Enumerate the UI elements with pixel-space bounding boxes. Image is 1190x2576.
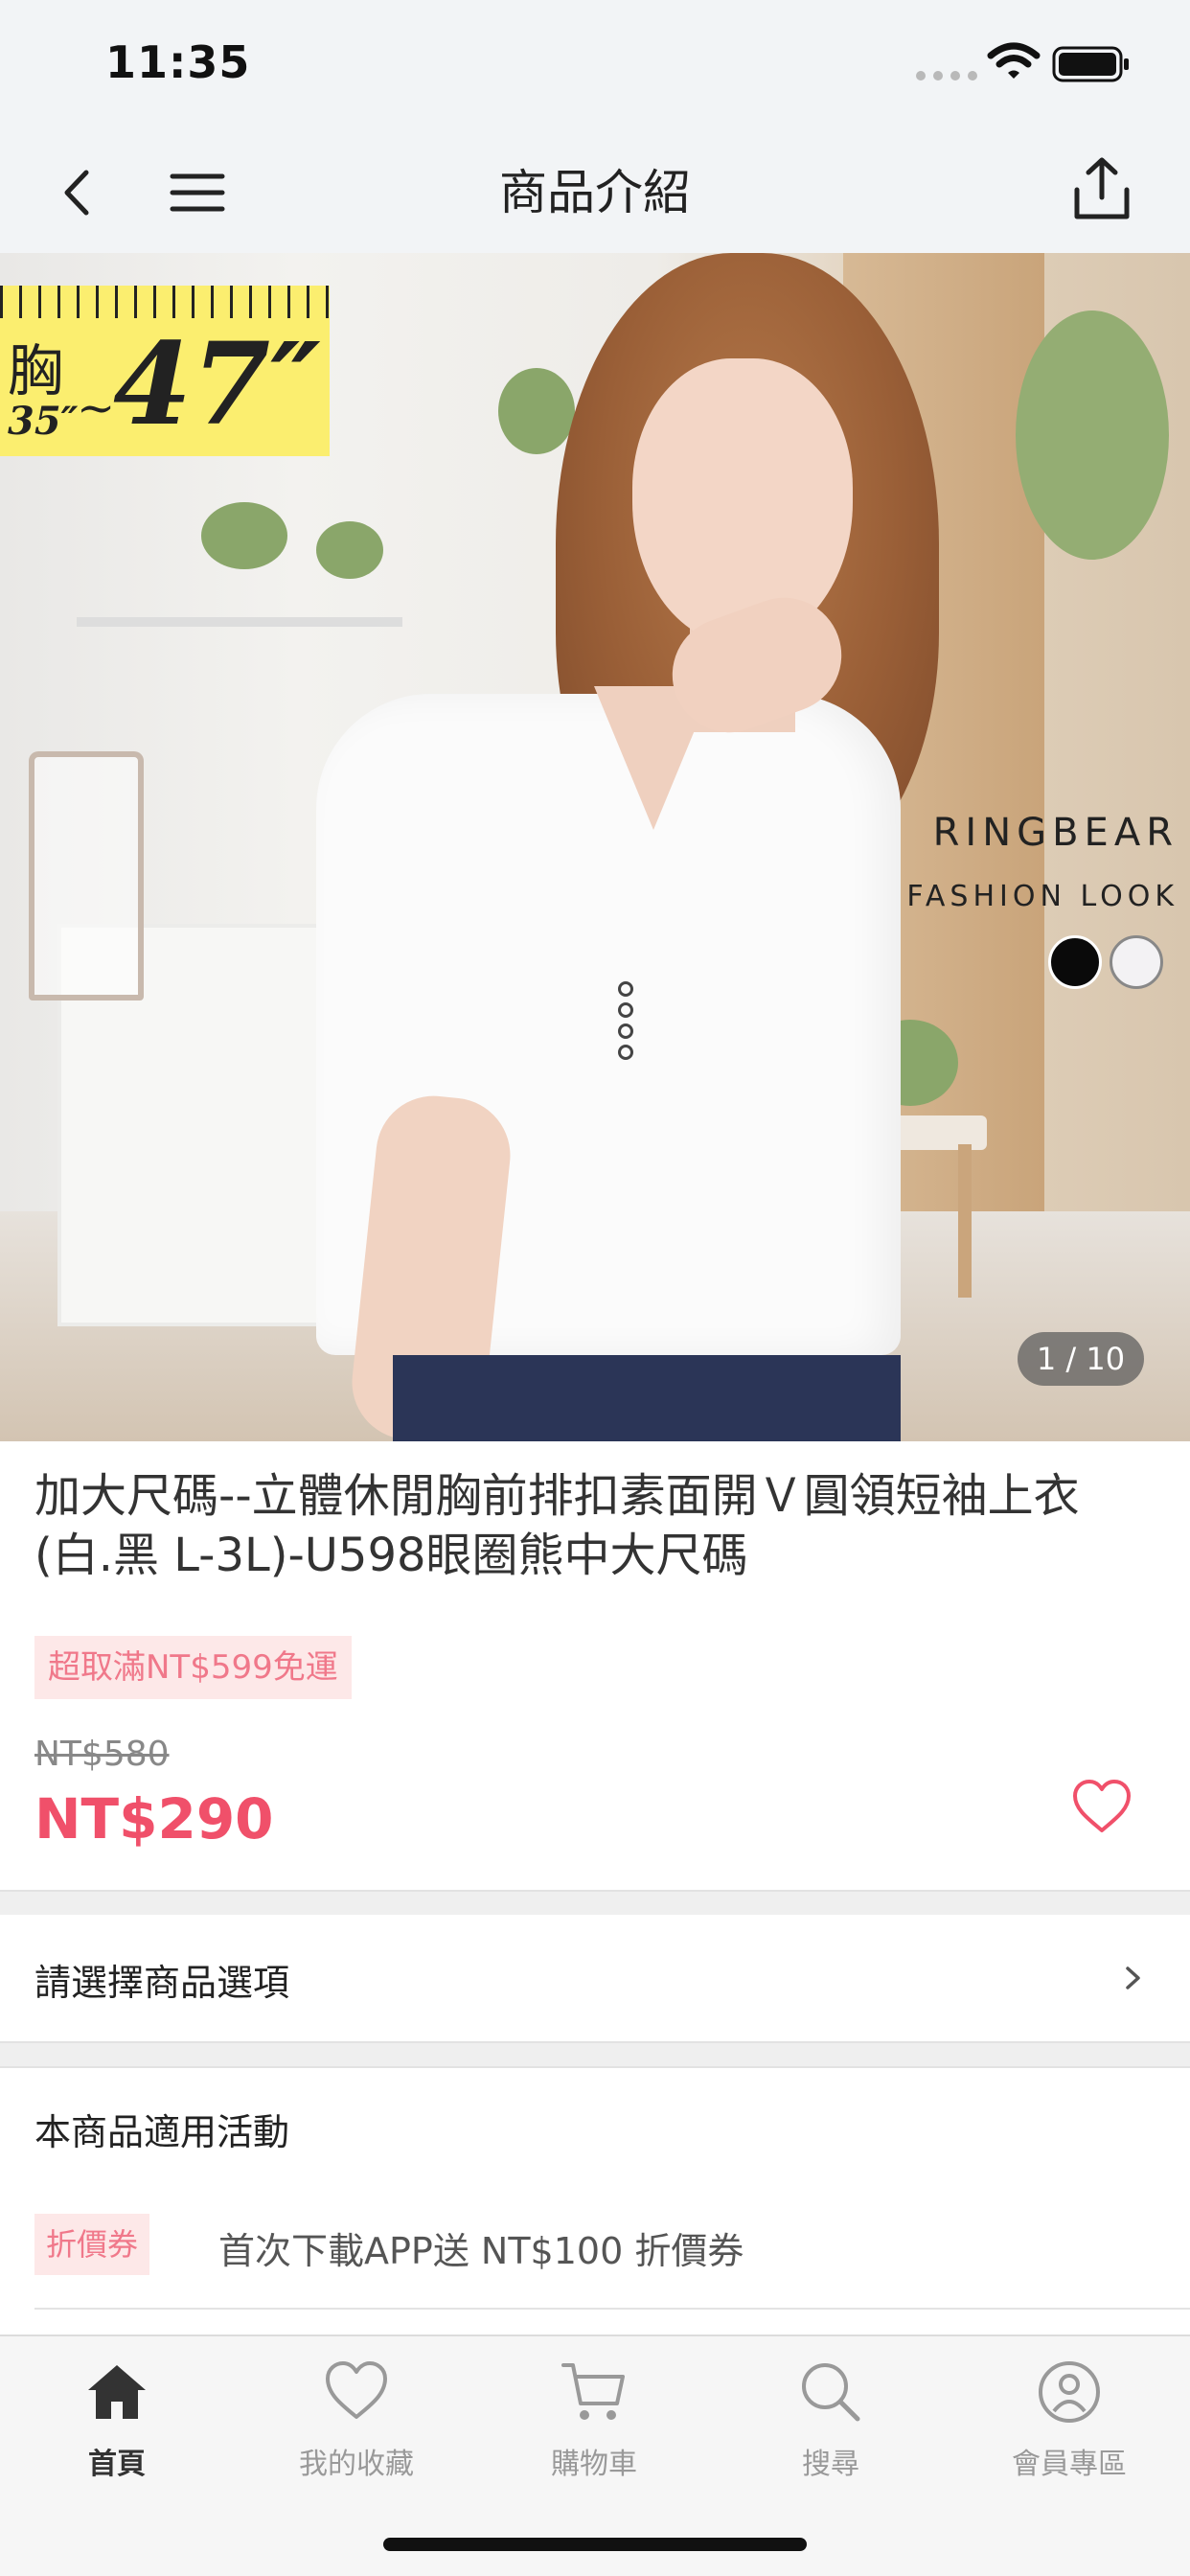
coupon-promo-text[interactable]: 首次下載APP送 NT$100 折價券: [218, 2221, 744, 2274]
free-shipping-badge: 超取滿NT$599免運: [34, 1636, 352, 1699]
sale-price: NT$290: [34, 1786, 274, 1852]
favorite-heart-icon[interactable]: [1069, 1775, 1134, 1840]
page-title: 商品介紹: [499, 165, 691, 220]
section-divider: [0, 1890, 1190, 1917]
select-options-label: 請選擇商品選項: [34, 1962, 290, 2004]
status-time: 11:35: [105, 36, 251, 88]
brand-watermark: RINGBEAR FASHION LOOK: [824, 811, 1179, 913]
promo-divider: [34, 2308, 1190, 2310]
tab-label: 首頁: [88, 2448, 146, 2481]
tab-home[interactable]: 首頁: [11, 2356, 222, 2482]
tab-favorites[interactable]: 我的收藏: [251, 2356, 462, 2482]
brand-tagline: FASHION LOOK: [906, 880, 1179, 913]
tab-cart[interactable]: 購物車: [489, 2356, 699, 2482]
select-options-row[interactable]: 請選擇商品選項: [0, 1915, 1190, 2041]
original-price: NT$580: [34, 1735, 170, 1774]
section-divider: [0, 2041, 1190, 2068]
wifi-icon: [987, 42, 1041, 79]
tab-label: 我的收藏: [299, 2448, 414, 2481]
share-icon[interactable]: [1065, 153, 1138, 226]
heart-icon: [326, 2361, 387, 2419]
status-bar: 11:35: [0, 0, 1190, 134]
user-icon: [1039, 2361, 1100, 2423]
tab-label: 搜尋: [802, 2448, 859, 2481]
coupon-tag: 折價券: [34, 2214, 150, 2275]
cart-icon: [561, 2363, 625, 2420]
ruler-tilde: ~: [77, 381, 116, 435]
ruler-max-size: 47″: [113, 317, 321, 450]
chest-size-ruler-badge: 胸 35″ ~ 47″: [0, 286, 330, 456]
tab-label: 會員專區: [1012, 2448, 1127, 2481]
product-image-carousel[interactable]: 胸 35″ ~ 47″ RINGBEAR FASHION LOOK 1 / 10: [0, 253, 1190, 1441]
home-indicator[interactable]: [383, 2538, 807, 2551]
promotions-heading: 本商品適用活動: [34, 2111, 290, 2153]
ruler-min-size: 35″: [8, 399, 79, 444]
search-icon: [802, 2363, 860, 2422]
tab-search[interactable]: 搜尋: [725, 2356, 936, 2482]
image-counter: 1 / 10: [1018, 1332, 1144, 1386]
battery-icon: [1052, 46, 1129, 82]
chevron-right-icon: [1126, 1966, 1140, 1990]
cellular-signal-icon: [916, 71, 977, 80]
color-swatch-black: [1048, 935, 1102, 989]
model-face: [632, 358, 853, 646]
tab-member[interactable]: 會員專區: [964, 2356, 1175, 2482]
color-swatch-white: [1110, 935, 1163, 989]
home-icon: [88, 2365, 146, 2419]
ruler-chest-label: 胸: [8, 338, 64, 403]
brand-name: RINGBEAR: [932, 811, 1179, 855]
product-title: 加大尺碼--立體休閒胸前排扣素面開Ｖ圓領短袖上衣(白.黑 L-3L)-U598眼…: [34, 1469, 1080, 1582]
navigation-bar: 商品介紹: [0, 134, 1190, 253]
tab-label: 購物車: [551, 2448, 637, 2481]
